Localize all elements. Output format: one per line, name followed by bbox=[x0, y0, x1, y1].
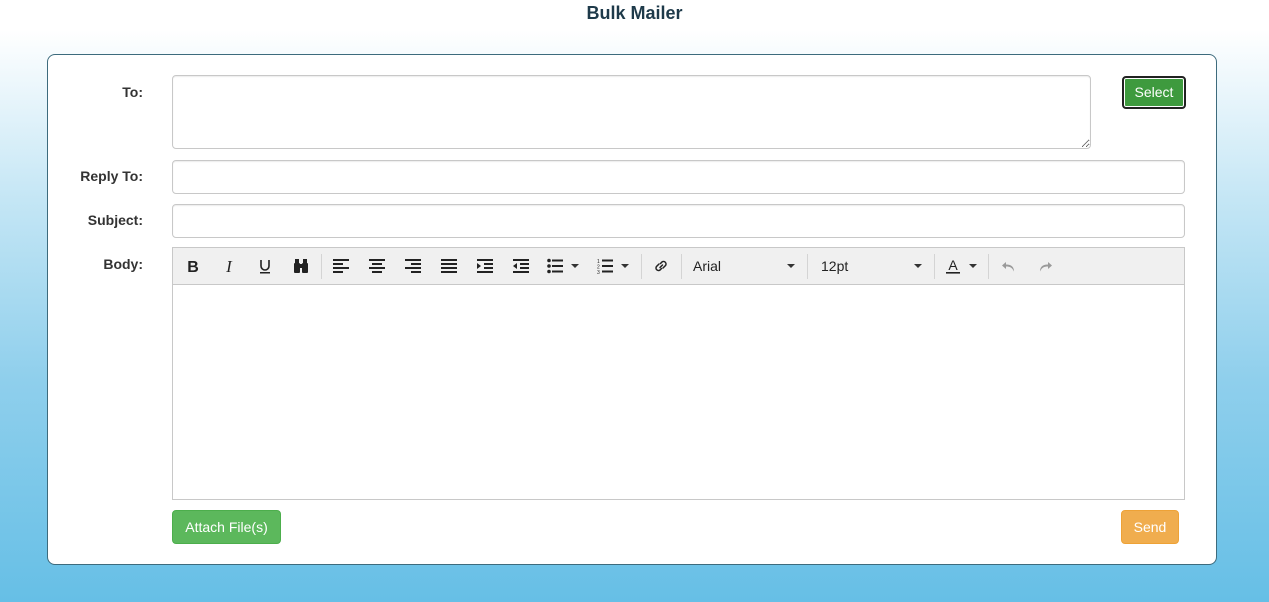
bullet-list-button[interactable] bbox=[543, 252, 585, 280]
font-size-select[interactable]: 12pt bbox=[821, 252, 922, 280]
page-title: Bulk Mailer bbox=[586, 3, 683, 23]
svg-text:I: I bbox=[225, 258, 233, 274]
outdent-button[interactable] bbox=[507, 252, 535, 280]
underline-button[interactable] bbox=[251, 252, 279, 280]
redo-icon bbox=[1040, 262, 1052, 272]
align-left-button[interactable] bbox=[327, 252, 355, 280]
align-justify-icon bbox=[441, 259, 457, 273]
link-icon bbox=[655, 260, 667, 272]
font-family-select[interactable]: Arial bbox=[693, 252, 795, 280]
reply-to-label: Reply To: bbox=[80, 168, 143, 184]
select-recipients-button[interactable]: Select bbox=[1122, 76, 1186, 109]
chevron-down-icon bbox=[621, 264, 629, 268]
chevron-down-icon bbox=[969, 264, 977, 268]
svg-text:3: 3 bbox=[597, 270, 600, 274]
find-replace-button[interactable] bbox=[287, 252, 315, 280]
italic-button[interactable]: I bbox=[215, 252, 243, 280]
reply-to-field[interactable] bbox=[172, 160, 1185, 194]
outdent-icon bbox=[513, 259, 529, 273]
indent-button[interactable] bbox=[471, 252, 499, 280]
text-color-button[interactable]: A bbox=[941, 252, 983, 280]
font-family-value: Arial bbox=[693, 258, 722, 274]
mail-form-panel: To: Select Reply To: Subject: Body: B I bbox=[47, 54, 1217, 565]
send-button[interactable]: Send bbox=[1121, 510, 1179, 544]
undo-button[interactable] bbox=[995, 252, 1023, 280]
indent-icon bbox=[477, 259, 493, 273]
chevron-down-icon bbox=[914, 264, 922, 268]
subject-label: Subject: bbox=[87, 212, 143, 228]
insert-link-button[interactable] bbox=[647, 252, 675, 280]
find-replace-icon bbox=[294, 259, 308, 273]
svg-text:A: A bbox=[948, 258, 958, 273]
italic-icon: I bbox=[225, 258, 233, 274]
redo-button[interactable] bbox=[1031, 252, 1059, 280]
numbered-list-icon: 1 2 3 bbox=[597, 259, 613, 274]
to-label: To: bbox=[122, 84, 143, 100]
bold-icon: B bbox=[187, 259, 199, 274]
font-size-value: 12pt bbox=[821, 258, 849, 274]
body-label: Body: bbox=[103, 256, 143, 272]
align-center-button[interactable] bbox=[363, 252, 391, 280]
align-left-icon bbox=[333, 259, 349, 273]
underline-icon bbox=[260, 260, 270, 274]
bold-button[interactable]: B bbox=[179, 252, 207, 280]
text-color-icon: A bbox=[946, 258, 960, 274]
subject-field[interactable] bbox=[172, 204, 1185, 238]
align-justify-button[interactable] bbox=[435, 252, 463, 280]
undo-icon bbox=[1002, 262, 1014, 272]
align-right-button[interactable] bbox=[399, 252, 427, 280]
chevron-down-icon bbox=[571, 264, 579, 268]
to-field[interactable] bbox=[172, 75, 1091, 149]
align-right-icon bbox=[405, 259, 421, 273]
editor-toolbar: B I 1 2 3 Arial 12pt A bbox=[173, 248, 1184, 285]
numbered-list-button[interactable]: 1 2 3 bbox=[593, 252, 635, 280]
align-center-icon bbox=[369, 259, 385, 273]
rich-text-editor: B I 1 2 3 Arial 12pt A bbox=[172, 247, 1185, 500]
bullet-list-icon bbox=[547, 258, 563, 274]
attach-files-button[interactable]: Attach File(s) bbox=[172, 510, 281, 544]
svg-text:B: B bbox=[187, 259, 199, 274]
chevron-down-icon bbox=[787, 264, 795, 268]
editor-content-area[interactable] bbox=[173, 285, 1184, 499]
